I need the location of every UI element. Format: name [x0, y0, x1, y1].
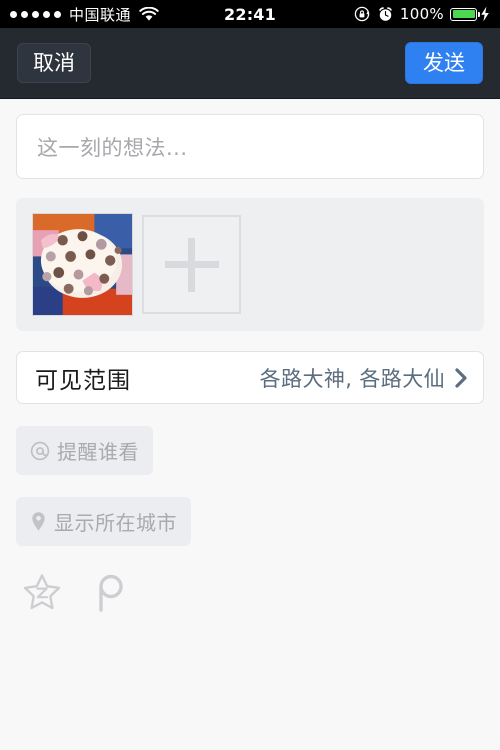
compose-screen: 这一刻的想法... 可见范围 各路大神, 各路大仙 提醒谁看 显示所在城市: [0, 114, 500, 613]
location-pin-icon: [30, 511, 47, 532]
mention-who-label: 提醒谁看: [57, 440, 139, 464]
add-photo-button[interactable]: [142, 215, 241, 314]
battery-fill: [452, 10, 475, 18]
show-city-button[interactable]: 显示所在城市: [16, 497, 191, 546]
mention-who-button[interactable]: 提醒谁看: [16, 426, 153, 475]
mention-row: 提醒谁看: [16, 426, 484, 475]
battery-icon: [450, 7, 480, 21]
at-mention-icon: [30, 441, 50, 461]
selected-photo-thumbnail[interactable]: [32, 213, 133, 316]
visibility-scope-row[interactable]: 可见范围 各路大神, 各路大仙: [16, 351, 484, 404]
chevron-right-icon: [455, 367, 467, 388]
send-button[interactable]: 发送: [405, 41, 483, 85]
location-row: 显示所在城市: [16, 497, 484, 546]
visibility-value-group: 各路大神, 各路大仙: [260, 363, 469, 393]
status-bar-clock: 22:41: [224, 4, 276, 24]
visibility-value: 各路大神, 各路大仙: [259, 366, 445, 391]
show-city-label: 显示所在城市: [54, 511, 177, 535]
qzone-star-icon[interactable]: [22, 572, 62, 612]
navigation-bar: 取消 发送: [0, 28, 500, 99]
polka-dot-plush-pillow-photo: [33, 214, 132, 315]
photo-picker-panel: [16, 198, 484, 331]
compose-placeholder: 这一刻的想法...: [37, 135, 188, 160]
cancel-button[interactable]: 取消: [17, 42, 91, 84]
compose-text-input[interactable]: 这一刻的想法...: [16, 114, 484, 179]
status-bar: 中国联通 22:41 100%: [0, 0, 500, 28]
pengyou-p-icon[interactable]: [90, 571, 126, 613]
share-targets-row: [16, 571, 484, 613]
visibility-label: 可见范围: [35, 367, 131, 394]
